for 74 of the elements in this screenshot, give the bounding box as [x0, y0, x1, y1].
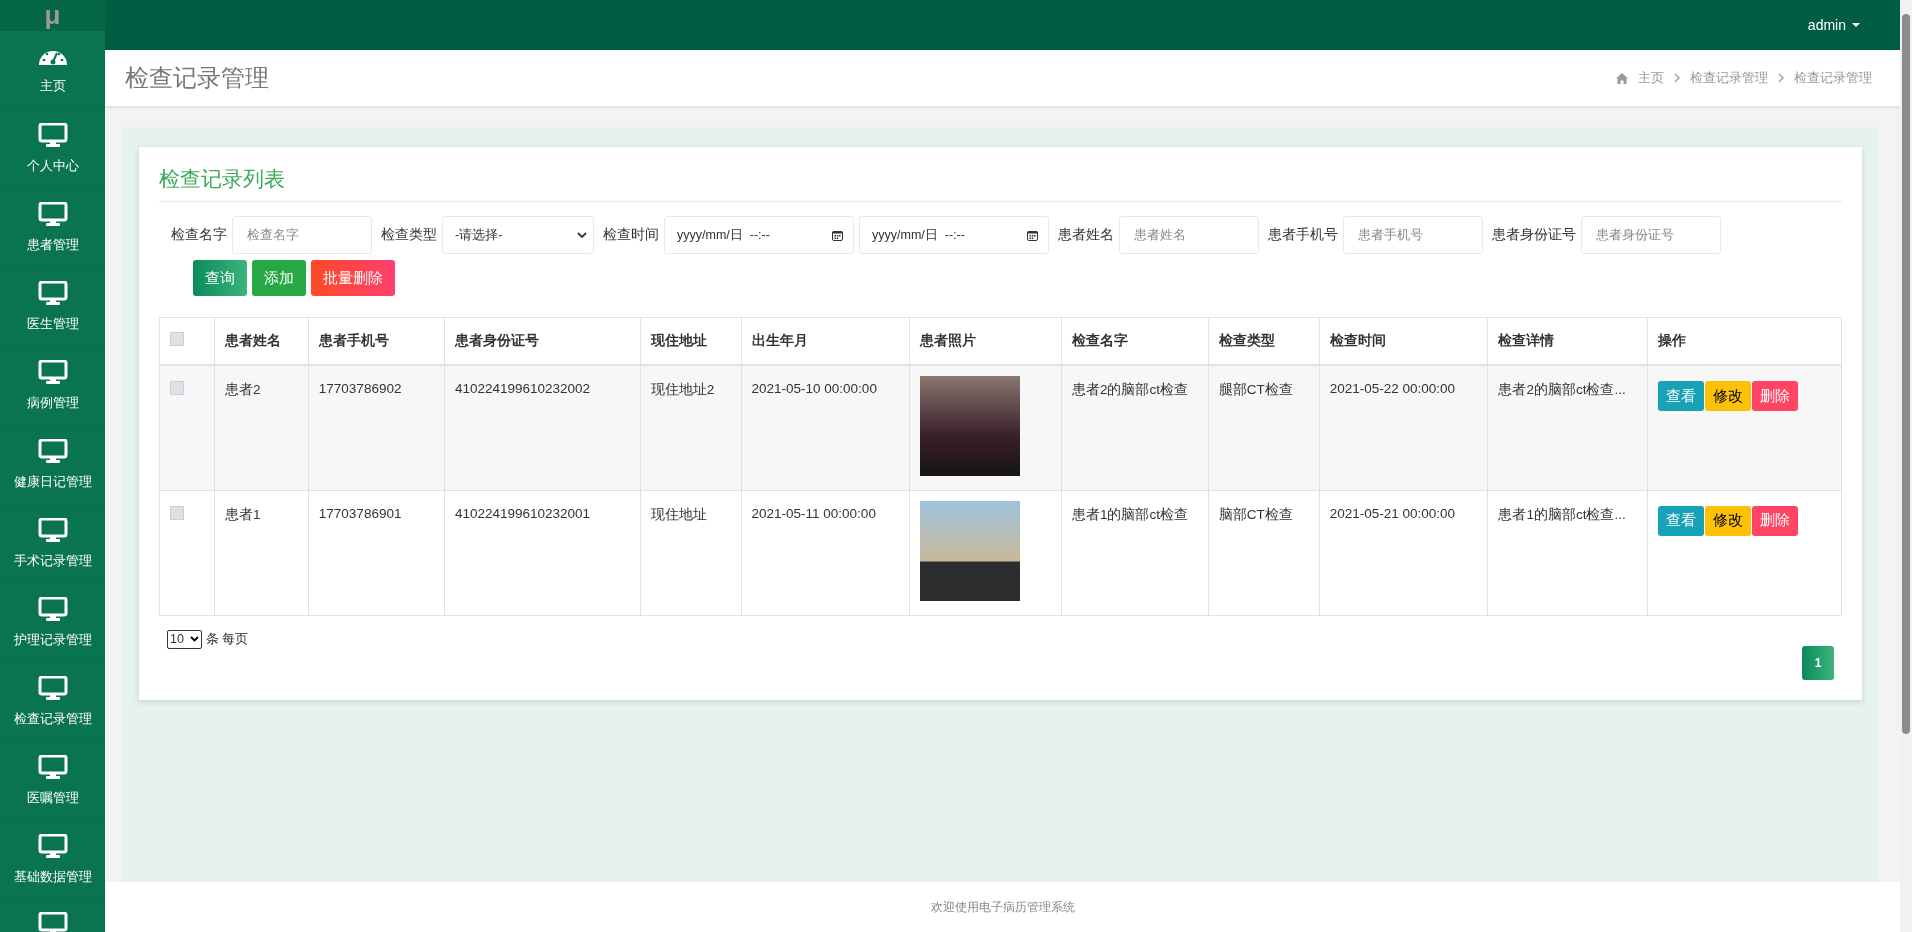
page-size-label: 条 每页 — [205, 630, 249, 648]
datetime-field[interactable]: yyyy/mm/日 --:-- — [664, 216, 854, 254]
monitor-icon — [37, 912, 68, 932]
delete-button[interactable]: 删除 — [1751, 381, 1798, 411]
edit-button[interactable]: 修改 — [1704, 505, 1751, 536]
chevron-icon — [1674, 73, 1680, 83]
filter-label: 检查时间 — [603, 226, 659, 244]
chevron-down-icon — [189, 636, 199, 642]
checkbox[interactable] — [170, 332, 184, 346]
filter-label: 检查名字 — [171, 226, 227, 244]
logo: μ — [0, 0, 105, 31]
chevron-down-icon — [577, 232, 587, 238]
monitor-icon — [37, 518, 68, 542]
table-cell: 患者1的脑部ct检查... — [1487, 490, 1648, 615]
delete-button[interactable]: 批量删除 — [311, 260, 395, 296]
table-cell: 患者1 — [214, 490, 309, 615]
edit-button[interactable]: 修改 — [1704, 381, 1751, 411]
filter-label: 患者手机号 — [1268, 226, 1338, 244]
caret-icon — [1852, 23, 1860, 27]
breadcrumb-link[interactable]: 主页 — [1638, 69, 1664, 87]
monitor-icon — [37, 439, 68, 463]
breadcrumb-link[interactable]: 检查记录管理 — [1690, 69, 1768, 87]
delete-button[interactable]: 删除 — [1751, 505, 1798, 536]
text-field[interactable]: 检查名字 — [232, 216, 372, 254]
table-cell: 2021-05-22 00:00:00 — [1319, 365, 1488, 490]
chevron-icon — [1778, 73, 1784, 83]
breadcrumb-link[interactable]: 检查记录管理 — [1794, 69, 1872, 87]
view-button[interactable]: 查看 — [1657, 381, 1704, 411]
table-cell: 腿部CT检查 — [1208, 365, 1320, 490]
user-menu[interactable]: admin — [1807, 17, 1860, 33]
monitor-icon — [37, 202, 68, 226]
table-cell: 患者2 — [214, 365, 309, 490]
page-title: 检查记录管理 — [125, 63, 269, 93]
table-cell: 患者1的脑部ct检查 — [1061, 490, 1209, 615]
table-cell: 410224199610232002 — [444, 365, 641, 490]
table-cell: 患者2的脑部ct检查... — [1487, 365, 1648, 490]
checkbox[interactable] — [170, 381, 184, 395]
footer-text: 欢迎使用电子病历管理系统 — [930, 898, 1075, 916]
table-cell: 现住地址2 — [640, 365, 742, 490]
card-title: 检查记录列表 — [159, 165, 1842, 202]
page-size-select[interactable]: 10 — [167, 629, 202, 649]
filter-label: 患者身份证号 — [1492, 226, 1576, 244]
view-button[interactable]: 查看 — [1657, 505, 1704, 536]
table-cell: 410224199610232001 — [444, 490, 641, 615]
table-cell: 2021-05-11 00:00:00 — [741, 490, 910, 615]
table-cell: 脑部CT检查 — [1208, 490, 1320, 615]
monitor-icon — [37, 676, 68, 700]
checkbox[interactable] — [170, 505, 184, 520]
add-button[interactable]: 添加 — [252, 260, 306, 296]
table-cell: 现住地址 — [640, 490, 742, 615]
table-cell: 17703786902 — [308, 365, 445, 490]
monitor-icon — [37, 281, 68, 305]
home-icon — [1616, 72, 1628, 84]
monitor-icon — [37, 360, 68, 384]
select-field[interactable]: -请选择- — [442, 216, 594, 254]
calendar-icon — [832, 229, 843, 241]
filter-label: 患者姓名 — [1058, 226, 1114, 244]
monitor-icon — [37, 123, 68, 147]
table-cell: 17703786901 — [308, 490, 445, 615]
table-cell: 2021-05-10 00:00:00 — [741, 365, 910, 490]
monitor-icon — [37, 597, 68, 621]
filter-label: 检查类型 — [381, 226, 437, 244]
text-field[interactable]: 患者手机号 — [1343, 216, 1483, 254]
text-field[interactable]: 患者身份证号 — [1581, 216, 1721, 254]
page-button[interactable]: 1 — [1802, 645, 1834, 680]
datetime-field[interactable]: yyyy/mm/日 --:-- — [859, 216, 1049, 254]
search-button[interactable]: 查询 — [193, 260, 247, 296]
text-field[interactable]: 患者姓名 — [1119, 216, 1259, 254]
monitor-icon — [37, 834, 68, 858]
table-cell: 患者2的脑部ct检查 — [1061, 365, 1209, 490]
scrollbar-thumb[interactable] — [1902, 14, 1910, 734]
monitor-icon — [37, 755, 68, 779]
calendar-icon — [1027, 229, 1038, 241]
table-cell: 2021-05-21 00:00:00 — [1319, 490, 1488, 615]
